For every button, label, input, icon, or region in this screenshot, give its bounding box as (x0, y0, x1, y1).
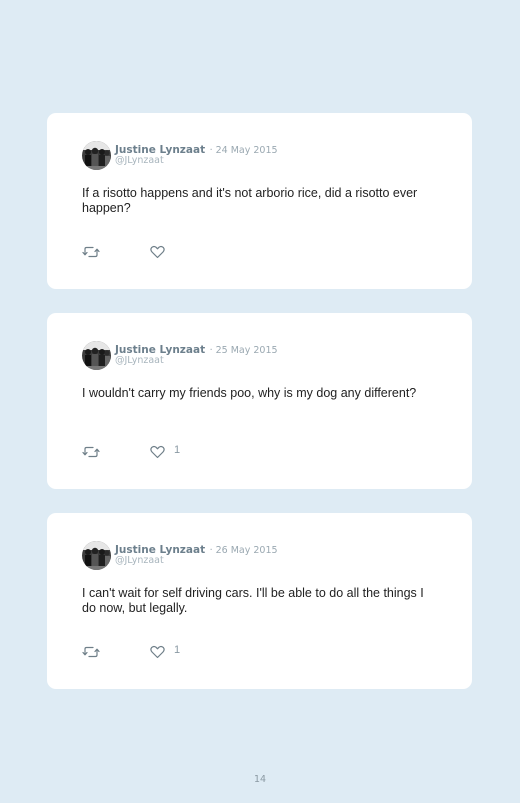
tweet-text: I can't wait for self driving cars. I'll… (82, 586, 424, 615)
author-handle[interactable]: @JLynzaat (115, 155, 164, 166)
tweet-card: Justine Lynzaat · 24 May 2015 @JLynzaat … (47, 113, 472, 289)
retweet-icon[interactable] (82, 645, 100, 659)
tweet-card: Justine Lynzaat · 26 May 2015 @JLynzaat … (47, 513, 472, 689)
page-number: 14 (253, 774, 267, 785)
author-handle[interactable]: @JLynzaat (115, 555, 164, 566)
tweet-card: Justine Lynzaat · 25 May 2015 @JLynzaat … (47, 313, 472, 489)
author-handle[interactable]: @JLynzaat (115, 355, 164, 366)
tweet-date: · 26 May 2015 (209, 545, 278, 556)
retweet-icon[interactable] (82, 445, 100, 459)
like-count: 1 (174, 444, 181, 456)
heart-icon[interactable] (150, 445, 165, 459)
heart-icon[interactable] (150, 645, 165, 659)
tweet-feed: Justine Lynzaat · 24 May 2015 @JLynzaat … (0, 0, 520, 803)
tweet-actions: 1 (82, 644, 282, 661)
tweet-date: · 24 May 2015 (209, 145, 278, 156)
tweet-text: If a risotto happens and it's not arbori… (82, 186, 418, 215)
avatar[interactable] (82, 341, 111, 370)
avatar[interactable] (82, 541, 111, 570)
tweet-actions: 1 (82, 444, 282, 461)
retweet-icon[interactable] (82, 245, 100, 259)
tweet-date: · 25 May 2015 (209, 345, 278, 356)
heart-icon[interactable] (150, 245, 165, 259)
like-count: 1 (174, 644, 181, 656)
avatar[interactable] (82, 141, 111, 170)
tweet-text: I wouldn't carry my friends poo, why is … (82, 386, 417, 400)
tweet-actions (82, 245, 282, 261)
